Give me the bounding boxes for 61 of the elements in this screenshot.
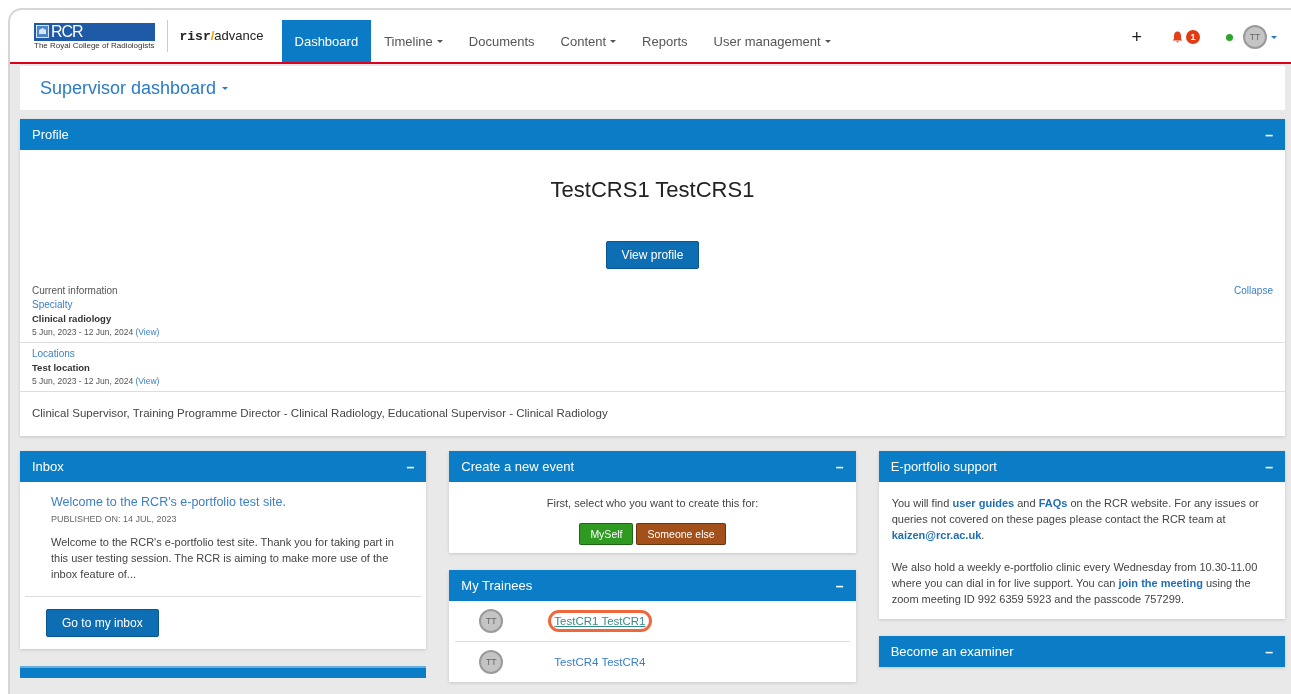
support-link[interactable]: user guides [952,497,1015,509]
panel-title: Create a new event [461,459,575,474]
nav-tab[interactable]: Reports [629,20,701,62]
bell-icon [1172,31,1183,43]
published-date: PUBLISHED ON: 14 JUL, 2023 [51,514,178,524]
nav-tab[interactable]: Content [547,20,630,62]
trainee-link[interactable]: TestCR4 TestCR4 [551,654,649,670]
support-link[interactable]: FAQs [1038,497,1068,509]
collapse-button[interactable]: – [1265,126,1273,143]
roles-text: Clinical Supervisor, Training Programme Director - Clinical Radiology, Educational Supervisor - Clinical Radiology [31,406,609,421]
nav-tab[interactable]: Documents [455,20,548,62]
caret-icon [1271,35,1277,39]
date-range: 5 Jun, 2023 - 12 Jun, 2024 [32,376,134,386]
view-profile-button[interactable]: View profile [605,241,700,269]
support-paragraph: We also hold a weekly e-portfolio clinic every Wednesday from 10.30-11.00 where you can dial in for live support. You can join the meeting using the zoom meeting ID 992 6359 5923 and the passcode 757299. [891,560,1259,607]
collapse-button[interactable]: – [835,458,844,475]
trainee-link[interactable]: TestCR1 TestCR1 [551,613,649,629]
notification-badge: 1 [1186,30,1200,44]
date-range: 5 Jun, 2023 - 12 Jun, 2024 [32,327,134,337]
add-button[interactable]: + [1125,26,1148,48]
profile-name: TestCRS1 TestCRS1 [549,177,756,203]
view-link[interactable]: (View) [135,376,160,386]
collapse-button[interactable]: – [835,577,844,594]
message-title[interactable]: Welcome to the RCR's e-portfolio test site. [51,495,404,509]
collapse-button[interactable]: – [406,458,415,475]
user-avatar: TT [1243,25,1267,49]
nav-tab[interactable]: Dashboard [281,20,372,62]
trainee-avatar: TT [479,650,504,674]
support-paragraph: You will find user guides and FAQs on the RCR website. For any issues or queries not covered on these pages please contact the RCR team at kaizen@rcr.ac.uk. [891,496,1260,543]
panel-title: Inbox [32,459,64,474]
event-option-button[interactable]: Someone else [636,523,726,545]
inbox-button[interactable]: Go to my inbox [46,609,159,637]
notifications-button[interactable]: 1 [1172,30,1200,44]
caret-icon [824,39,831,43]
brand-wordmark: risr/advance [179,28,264,44]
section-heading[interactable]: Locations [32,347,1273,361]
caret-icon [222,86,229,90]
event-option-button[interactable]: MySelf [579,523,634,545]
panel-title: Profile [32,127,69,142]
collapse-button[interactable]: – [1265,643,1273,660]
caret-icon [610,39,617,43]
collapse-link[interactable]: Collapse [1234,284,1273,298]
trainee-avatar: TT [479,609,504,633]
collapse-button[interactable]: – [1265,458,1273,475]
crest-icon [36,25,49,38]
user-menu-button[interactable]: TT [1243,25,1277,49]
nav-tab[interactable]: User management [700,20,844,62]
message-excerpt: Welcome to the RCR's e-portfolio test site. Thank you for taking part in this user testing session. The RCR is aiming to make more use of the inbox feature of... [51,535,395,582]
info-label: Current information [32,284,118,298]
section-heading[interactable]: Specialty [32,298,1273,312]
panel-title: Become an examiner [890,644,1014,659]
section-value: Clinical radiology [32,312,113,326]
panel-title: My Trainees [461,578,533,593]
dashboard-selector[interactable]: Supervisor dashboard [40,77,229,99]
panel-title: E-portfolio support [890,459,997,474]
section-value: Test location [32,361,91,375]
nav-tab[interactable]: Timeline [371,20,456,62]
view-link[interactable]: (View) [135,327,160,337]
support-link[interactable]: join the meeting [1118,577,1203,589]
caret-icon [436,39,443,43]
event-prompt: First, select who you want to create this for: [546,497,759,509]
